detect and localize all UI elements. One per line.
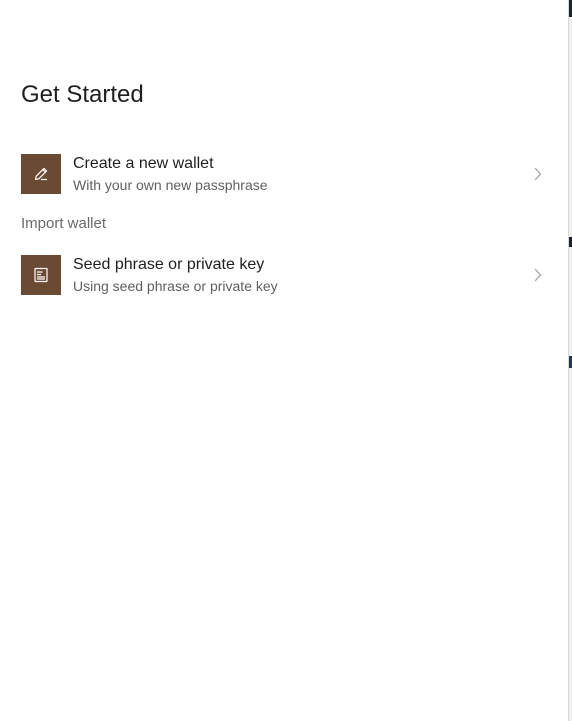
document-icon	[21, 255, 61, 295]
get-started-panel: Get Started Create a new wallet With you…	[0, 0, 568, 721]
create-wallet-option[interactable]: Create a new wallet With your own new pa…	[21, 153, 548, 195]
page-title: Get Started	[21, 81, 144, 108]
background-window-edge	[568, 0, 572, 721]
import-seed-phrase-subtitle: Using seed phrase or private key	[73, 278, 278, 294]
chevron-right-icon	[528, 164, 548, 184]
create-wallet-subtitle: With your own new passphrase	[73, 177, 268, 193]
page: Get Started Create a new wallet With you…	[0, 0, 572, 721]
create-wallet-title: Create a new wallet	[73, 155, 214, 172]
pencil-icon	[21, 154, 61, 194]
import-seed-phrase-option[interactable]: Seed phrase or private key Using seed ph…	[21, 254, 548, 296]
chevron-right-icon	[528, 265, 548, 285]
import-wallet-section-label: Import wallet	[21, 215, 107, 232]
import-seed-phrase-title: Seed phrase or private key	[73, 256, 265, 273]
